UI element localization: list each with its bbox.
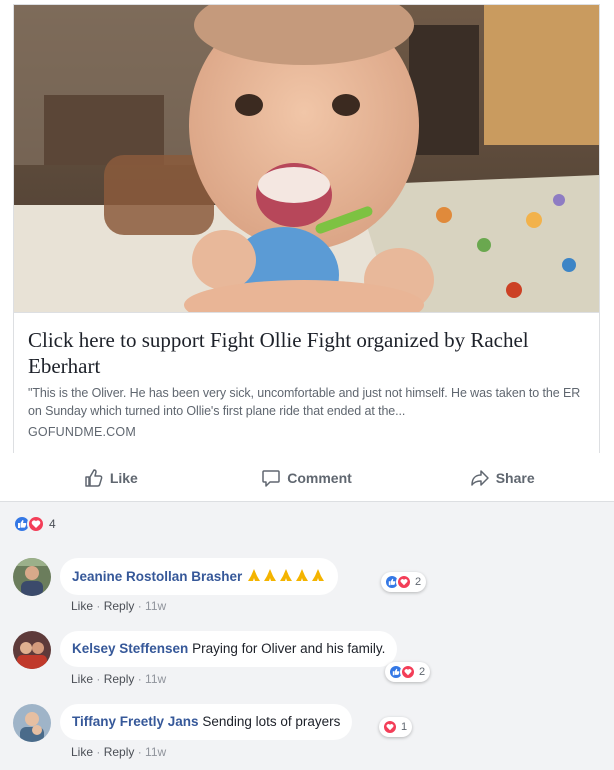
comment-reaction-count: 1 (401, 721, 408, 733)
thumbs-up-icon (85, 469, 103, 487)
like-button-label: Like (109, 470, 138, 486)
comment-text: Sending lots of prayers (202, 714, 341, 729)
avatar[interactable] (13, 704, 51, 742)
avatar[interactable] (13, 558, 51, 596)
reactions-count[interactable]: 4 (49, 517, 56, 531)
comment-text: Praying for Oliver and his family. (192, 641, 386, 656)
comment-bubble-icon (262, 470, 280, 487)
comment-bubble: Jeanine Rostollan Brasher (60, 558, 339, 595)
comment-reply-link[interactable]: Reply (104, 672, 135, 686)
comment-button[interactable]: Comment (209, 460, 405, 496)
link-domain: GOFUNDME.COM (28, 425, 136, 439)
comment-like-link[interactable]: Like (71, 672, 93, 686)
love-reaction-icon (382, 719, 398, 735)
love-reaction-icon (396, 574, 412, 590)
link-description: "This is the Oliver. He has been very si… (28, 386, 581, 418)
comment-bubble: Kelsey Steffensen Praying for Oliver and… (60, 631, 398, 667)
comment-meta: Like · Reply · 11w (71, 599, 167, 613)
comment-author[interactable]: Kelsey Steffensen (72, 641, 188, 656)
comment-reactions-badge[interactable]: 2 (381, 572, 427, 592)
reactions-summary[interactable]: 4 (13, 515, 56, 533)
comment-timestamp[interactable]: 11w (145, 672, 166, 686)
share-button[interactable]: Share (404, 460, 600, 496)
link-preview-card[interactable]: Click here to support Fight Ollie Fight … (13, 4, 600, 453)
comment-reactions-badge[interactable]: 1 (379, 717, 413, 737)
praying-hands-emoji (246, 569, 326, 584)
share-button-label: Share (495, 470, 535, 486)
comment-reaction-count: 2 (415, 576, 422, 588)
comment-reply-link[interactable]: Reply (104, 599, 135, 613)
comment-bubble: Tiffany Freetly Jans Sending lots of pra… (60, 704, 353, 740)
comment-button-label: Comment (287, 470, 352, 486)
share-arrow-icon (470, 470, 489, 486)
link-preview-text[interactable]: Click here to support Fight Ollie Fight … (14, 312, 599, 453)
comment-meta: Like · Reply · 11w (71, 672, 167, 686)
love-reaction-icon (27, 515, 45, 533)
comment-timestamp[interactable]: 11w (145, 599, 166, 613)
comment-reactions-badge[interactable]: 2 (385, 662, 431, 682)
comment-reply-link[interactable]: Reply (104, 745, 135, 759)
avatar[interactable] (13, 631, 51, 669)
link-title[interactable]: Click here to support Fight Ollie Fight … (28, 327, 585, 379)
post-action-bar: Like Comment Share (13, 455, 600, 501)
link-preview-photo[interactable] (14, 5, 599, 312)
love-reaction-icon (400, 664, 416, 680)
comment-meta: Like · Reply · 11w (71, 745, 167, 759)
comment-reaction-count: 2 (419, 666, 426, 678)
comment-author[interactable]: Jeanine Rostollan Brasher (72, 569, 242, 584)
baby-photo-image (14, 5, 599, 312)
comment-author[interactable]: Tiffany Freetly Jans (72, 714, 199, 729)
comment-timestamp[interactable]: 11w (145, 745, 166, 759)
comment-like-link[interactable]: Like (71, 745, 93, 759)
comment-like-link[interactable]: Like (71, 599, 93, 613)
like-button[interactable]: Like (13, 460, 209, 496)
